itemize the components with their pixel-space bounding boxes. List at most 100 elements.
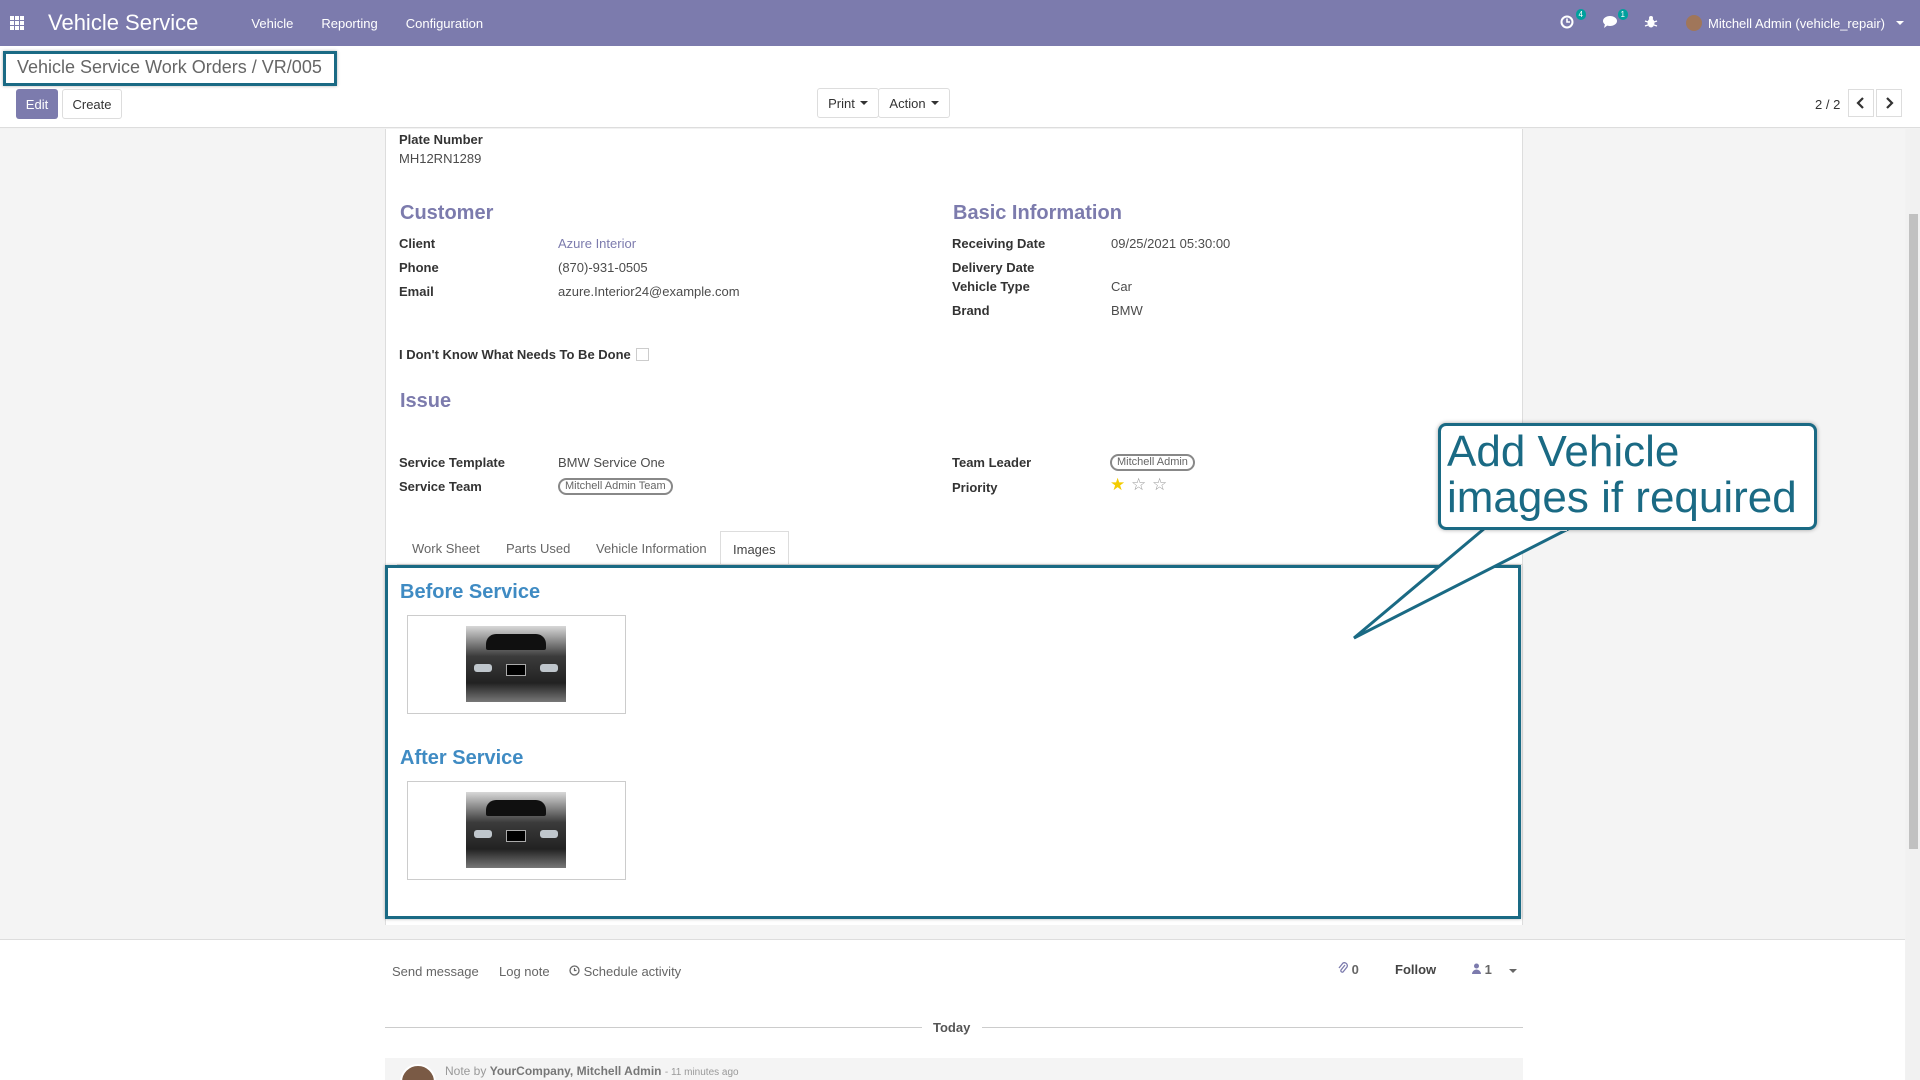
today-divider-right: [982, 1027, 1523, 1028]
breadcrumb-current: VR/005: [261, 57, 322, 77]
callout-annotation: Add Vehicle images if required: [1438, 423, 1817, 530]
basic-info-section-title: Basic Information: [953, 202, 1122, 224]
log-note-button[interactable]: Log note: [499, 964, 550, 979]
callout-pointer: [1353, 528, 1571, 640]
tab-vehicle-information[interactable]: Vehicle Information: [596, 541, 707, 556]
team-leader-tag[interactable]: Mitchell Admin: [1110, 454, 1195, 471]
edit-button[interactable]: Edit: [16, 89, 58, 119]
service-template-label: Service Template: [399, 455, 505, 470]
pager-next-button[interactable]: [1876, 89, 1902, 117]
menu-vehicle[interactable]: Vehicle: [251, 16, 293, 31]
messages-count-badge: 1: [1617, 9, 1628, 20]
plate-number-label: Plate Number: [399, 132, 483, 147]
chatter-message: Note by YourCompany, Mitchell Admin - 11…: [385, 1058, 1523, 1080]
clock-icon: [569, 965, 580, 976]
tab-work-sheet[interactable]: Work Sheet: [412, 541, 480, 556]
today-separator: Today: [933, 1020, 971, 1035]
top-navbar: Vehicle Service Vehicle Reporting Config…: [0, 0, 1920, 46]
service-team-tag[interactable]: Mitchell Admin Team: [558, 478, 673, 495]
follow-button[interactable]: Follow: [1395, 962, 1436, 977]
menu-reporting[interactable]: Reporting: [321, 16, 377, 31]
phone-label: Phone: [399, 260, 439, 275]
note-prefix: Note by: [445, 1064, 487, 1078]
paperclip-icon: [1338, 962, 1348, 973]
control-panel: Vehicle Service Work Orders / VR/005 Edi…: [0, 46, 1920, 128]
brand-label: Brand: [952, 303, 990, 318]
client-link[interactable]: Azure Interior: [558, 236, 636, 251]
print-button[interactable]: Print: [817, 88, 879, 118]
before-service-title: Before Service: [400, 581, 541, 603]
schedule-activity-label: Schedule activity: [583, 964, 682, 979]
before-service-image[interactable]: [407, 615, 626, 714]
delivery-date-label: Delivery Date: [952, 260, 1035, 275]
pager-previous-button[interactable]: [1848, 89, 1874, 117]
user-name: Mitchell Admin (vehicle_repair): [1707, 15, 1885, 31]
author-avatar[interactable]: [400, 1064, 436, 1080]
dont-know-checkbox[interactable]: [636, 348, 649, 361]
service-template-value[interactable]: BMW Service One: [558, 455, 665, 470]
car-front-after-image: [466, 792, 566, 868]
chevron-right-icon: [1886, 97, 1894, 109]
chevron-left-icon: [1856, 97, 1864, 109]
apps-menu-icon[interactable]: [10, 16, 24, 30]
chevron-down-icon: [859, 101, 868, 105]
schedule-activity-button[interactable]: Schedule activity: [569, 964, 681, 979]
user-avatar: [1685, 15, 1702, 31]
user-menu[interactable]: Mitchell Admin (vehicle_repair): [1685, 15, 1904, 31]
vehicle-type-value[interactable]: Car: [1111, 279, 1132, 294]
note-author[interactable]: YourCompany, Mitchell Admin: [490, 1064, 662, 1078]
priority-star-1[interactable]: ★: [1110, 476, 1125, 493]
app-title[interactable]: Vehicle Service: [48, 10, 198, 36]
email-label: Email: [399, 284, 434, 299]
attachments-count: 0: [1351, 962, 1359, 977]
vehicle-type-label: Vehicle Type: [952, 279, 1030, 294]
car-front-before-image: [466, 626, 566, 702]
priority-label: Priority: [952, 480, 998, 495]
followers-count: 1: [1484, 962, 1492, 977]
followers-button[interactable]: 1: [1472, 962, 1518, 977]
action-label: Action: [889, 95, 926, 111]
activity-icon[interactable]: 4: [1560, 9, 1586, 31]
priority-star-3[interactable]: ☆: [1152, 476, 1167, 493]
pager-value[interactable]: 2 / 2: [1815, 97, 1840, 112]
service-team-label: Service Team: [399, 479, 482, 494]
scrollbar-thumb[interactable]: [1909, 214, 1918, 849]
breadcrumb-parent[interactable]: Vehicle Service Work Orders: [17, 57, 247, 77]
messages-icon[interactable]: 1: [1602, 9, 1628, 31]
action-button[interactable]: Action: [878, 88, 950, 118]
chevron-down-icon: [930, 101, 939, 105]
priority-star-2[interactable]: ☆: [1131, 476, 1146, 493]
email-value[interactable]: azure.Interior24@example.com: [558, 284, 740, 299]
scrollbar[interactable]: [1906, 129, 1920, 1080]
customer-section-title: Customer: [400, 202, 494, 224]
client-label: Client: [399, 236, 436, 251]
tab-parts-used[interactable]: Parts Used: [506, 541, 570, 556]
note-time: - 11 minutes ago: [664, 1067, 739, 1078]
issue-section-title: Issue: [400, 390, 452, 412]
breadcrumb-separator: /: [251, 57, 257, 77]
callout-line-1: Add Vehicle: [1447, 427, 1680, 476]
chevron-down-icon: [1896, 21, 1904, 25]
send-message-button[interactable]: Send message: [392, 964, 479, 979]
receiving-date-label: Receiving Date: [952, 236, 1046, 251]
brand-value[interactable]: BMW: [1111, 303, 1143, 318]
user-icon: [1472, 963, 1481, 974]
receiving-date-value[interactable]: 09/25/2021 05:30:00: [1111, 236, 1230, 251]
callout-line-2: images if required: [1447, 473, 1797, 522]
breadcrumb: Vehicle Service Work Orders / VR/005: [3, 51, 337, 86]
bug-icon[interactable]: [1644, 15, 1660, 31]
after-service-title: After Service: [400, 747, 524, 769]
after-service-image[interactable]: [407, 781, 626, 880]
create-button[interactable]: Create: [62, 89, 122, 119]
print-label: Print: [828, 95, 855, 111]
activity-count-badge: 4: [1575, 9, 1586, 20]
dont-know-label: I Don't Know What Needs To Be Done: [399, 347, 631, 362]
menu-configuration[interactable]: Configuration: [406, 16, 483, 31]
plate-number-value[interactable]: MH12RN1289: [399, 151, 481, 166]
phone-value[interactable]: (870)-931-0505: [558, 260, 648, 275]
today-divider-left: [385, 1027, 922, 1028]
team-leader-label: Team Leader: [952, 455, 1032, 470]
tab-images[interactable]: Images: [720, 531, 789, 567]
attachments-button[interactable]: 0: [1338, 962, 1359, 977]
chevron-down-icon: [1509, 968, 1518, 973]
